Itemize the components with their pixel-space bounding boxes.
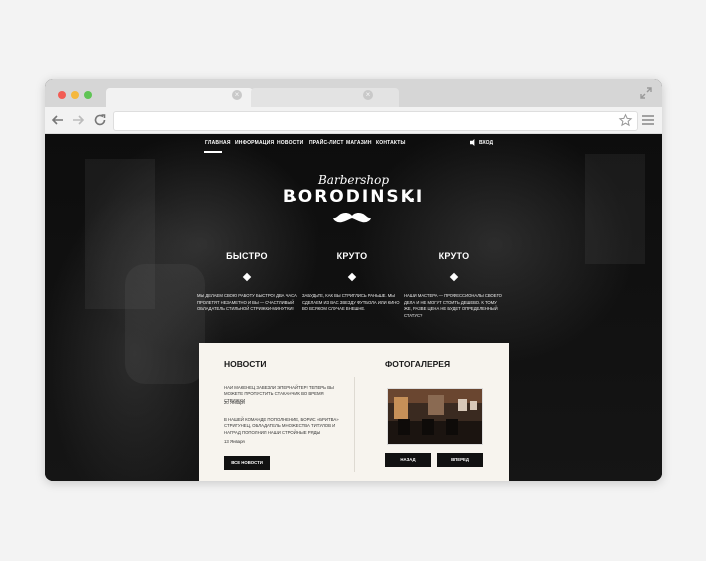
minimize-window-button[interactable]: [71, 91, 79, 99]
nav-item-home[interactable]: ГЛАВНАЯ: [205, 140, 231, 146]
close-icon[interactable]: ×: [232, 90, 242, 100]
news-gallery-panel: НОВОСТИ НАИ МАКЕНЕЦ ЗАВЕЗЛИ ЭПЕРНАЙТЕР! …: [199, 343, 509, 481]
nav-item-news[interactable]: НОВОСТИ: [277, 140, 303, 146]
brand-dot: [411, 198, 414, 201]
background-chair: [125, 264, 205, 384]
feature-fast: БЫСТРО МЫ ДЕЛАЕМ СВОЮ РАБОТУ БЫСТРО! ДВА…: [197, 251, 297, 313]
close-window-button[interactable]: [58, 91, 66, 99]
browser-toolbar: [45, 107, 662, 134]
login-link[interactable]: ВХОД: [479, 140, 493, 146]
news-item-date: 13 Января: [224, 439, 245, 444]
brand-subtitle: Barbershop: [317, 173, 390, 187]
nav-item-contacts[interactable]: КОНТАКТЫ: [376, 140, 406, 146]
browser-tab-active[interactable]: ×: [106, 88, 253, 107]
diamond-icon: [449, 272, 459, 282]
feature-title: КРУТО: [438, 251, 470, 261]
nav-item-info[interactable]: ИНФОРМАЦИЯ: [235, 140, 274, 146]
address-bar[interactable]: [113, 111, 638, 131]
all-news-button[interactable]: ВСЕ НОВОСТИ: [224, 456, 270, 470]
browser-window: × × ГЛАВНАЯ ИНФОРМАЦИЯ НОВОСТИ ПРАЙС-ЛИС…: [45, 79, 662, 481]
feature-title: КРУТО: [336, 251, 368, 261]
nav-item-prices[interactable]: ПРАЙС-ЛИСТ: [309, 140, 344, 146]
nav-active-indicator: [204, 151, 222, 153]
news-item-date: 20 Января: [224, 400, 245, 405]
gallery-prev-button[interactable]: НАЗАД: [385, 453, 431, 467]
tab-strip: × ×: [45, 79, 662, 107]
maximize-window-button[interactable]: [84, 91, 92, 99]
nav-item-shop[interactable]: МАГАЗИН: [346, 140, 372, 146]
gallery-title: ФОТОГАЛЕРЕЯ: [385, 359, 451, 369]
feature-title: БЫСТРО: [226, 251, 268, 261]
diamond-icon: [242, 272, 252, 282]
star-icon[interactable]: [618, 113, 633, 128]
site-navigation: ГЛАВНАЯ ИНФОРМАЦИЯ НОВОСТИ ПРАЙС-ЛИСТ МА…: [203, 134, 503, 154]
feature-text: МЫ ДЕЛАЕМ СВОЮ РАБОТУ БЫСТРО! ДВА ЧАСА П…: [197, 293, 297, 311]
hamburger-menu-icon[interactable]: [641, 113, 655, 127]
arrow-right-icon[interactable]: [70, 112, 86, 128]
website-page: ГЛАВНАЯ ИНФОРМАЦИЯ НОВОСТИ ПРАЙС-ЛИСТ МА…: [45, 134, 662, 481]
column-divider: [354, 377, 355, 472]
news-item-text[interactable]: В НАШЕЙ КОМАНДЕ ПОПОЛНЕНИЕ, БОРИС «БРИТВ…: [224, 417, 342, 436]
reload-icon[interactable]: [92, 112, 108, 128]
brand-name: BORODINSKI: [282, 187, 425, 207]
expand-arrows-icon[interactable]: [639, 86, 653, 100]
gallery-photo[interactable]: [387, 388, 483, 445]
arrow-left-icon[interactable]: [50, 112, 66, 128]
gallery-next-button[interactable]: ВПЕРЕД: [437, 453, 483, 467]
close-icon[interactable]: ×: [363, 90, 373, 100]
feature-text: ЗАБУДЬТЕ, КАК ВЫ СТРИГЛИСЬ РАНЬШЕ. МЫ СД…: [302, 293, 400, 311]
barbershop-photo-image: [388, 389, 482, 444]
feature-text: НАШИ МАСТЕРА — ПРОФЕССИОНАЛЫ СВОЕГО ДЕЛА…: [404, 293, 502, 318]
feature-cool-2: КРУТО НАШИ МАСТЕРА — ПРОФЕССИОНАЛЫ СВОЕГ…: [404, 251, 504, 319]
browser-tab[interactable]: ×: [251, 88, 399, 107]
news-title: НОВОСТИ: [224, 359, 267, 369]
mustache-icon: [333, 212, 371, 223]
login-icon[interactable]: [470, 139, 477, 146]
diamond-icon: [347, 272, 357, 282]
feature-cool: КРУТО ЗАБУДЬТЕ, КАК ВЫ СТРИГЛИСЬ РАНЬШЕ.…: [302, 251, 402, 313]
background-shelf: [585, 154, 645, 264]
